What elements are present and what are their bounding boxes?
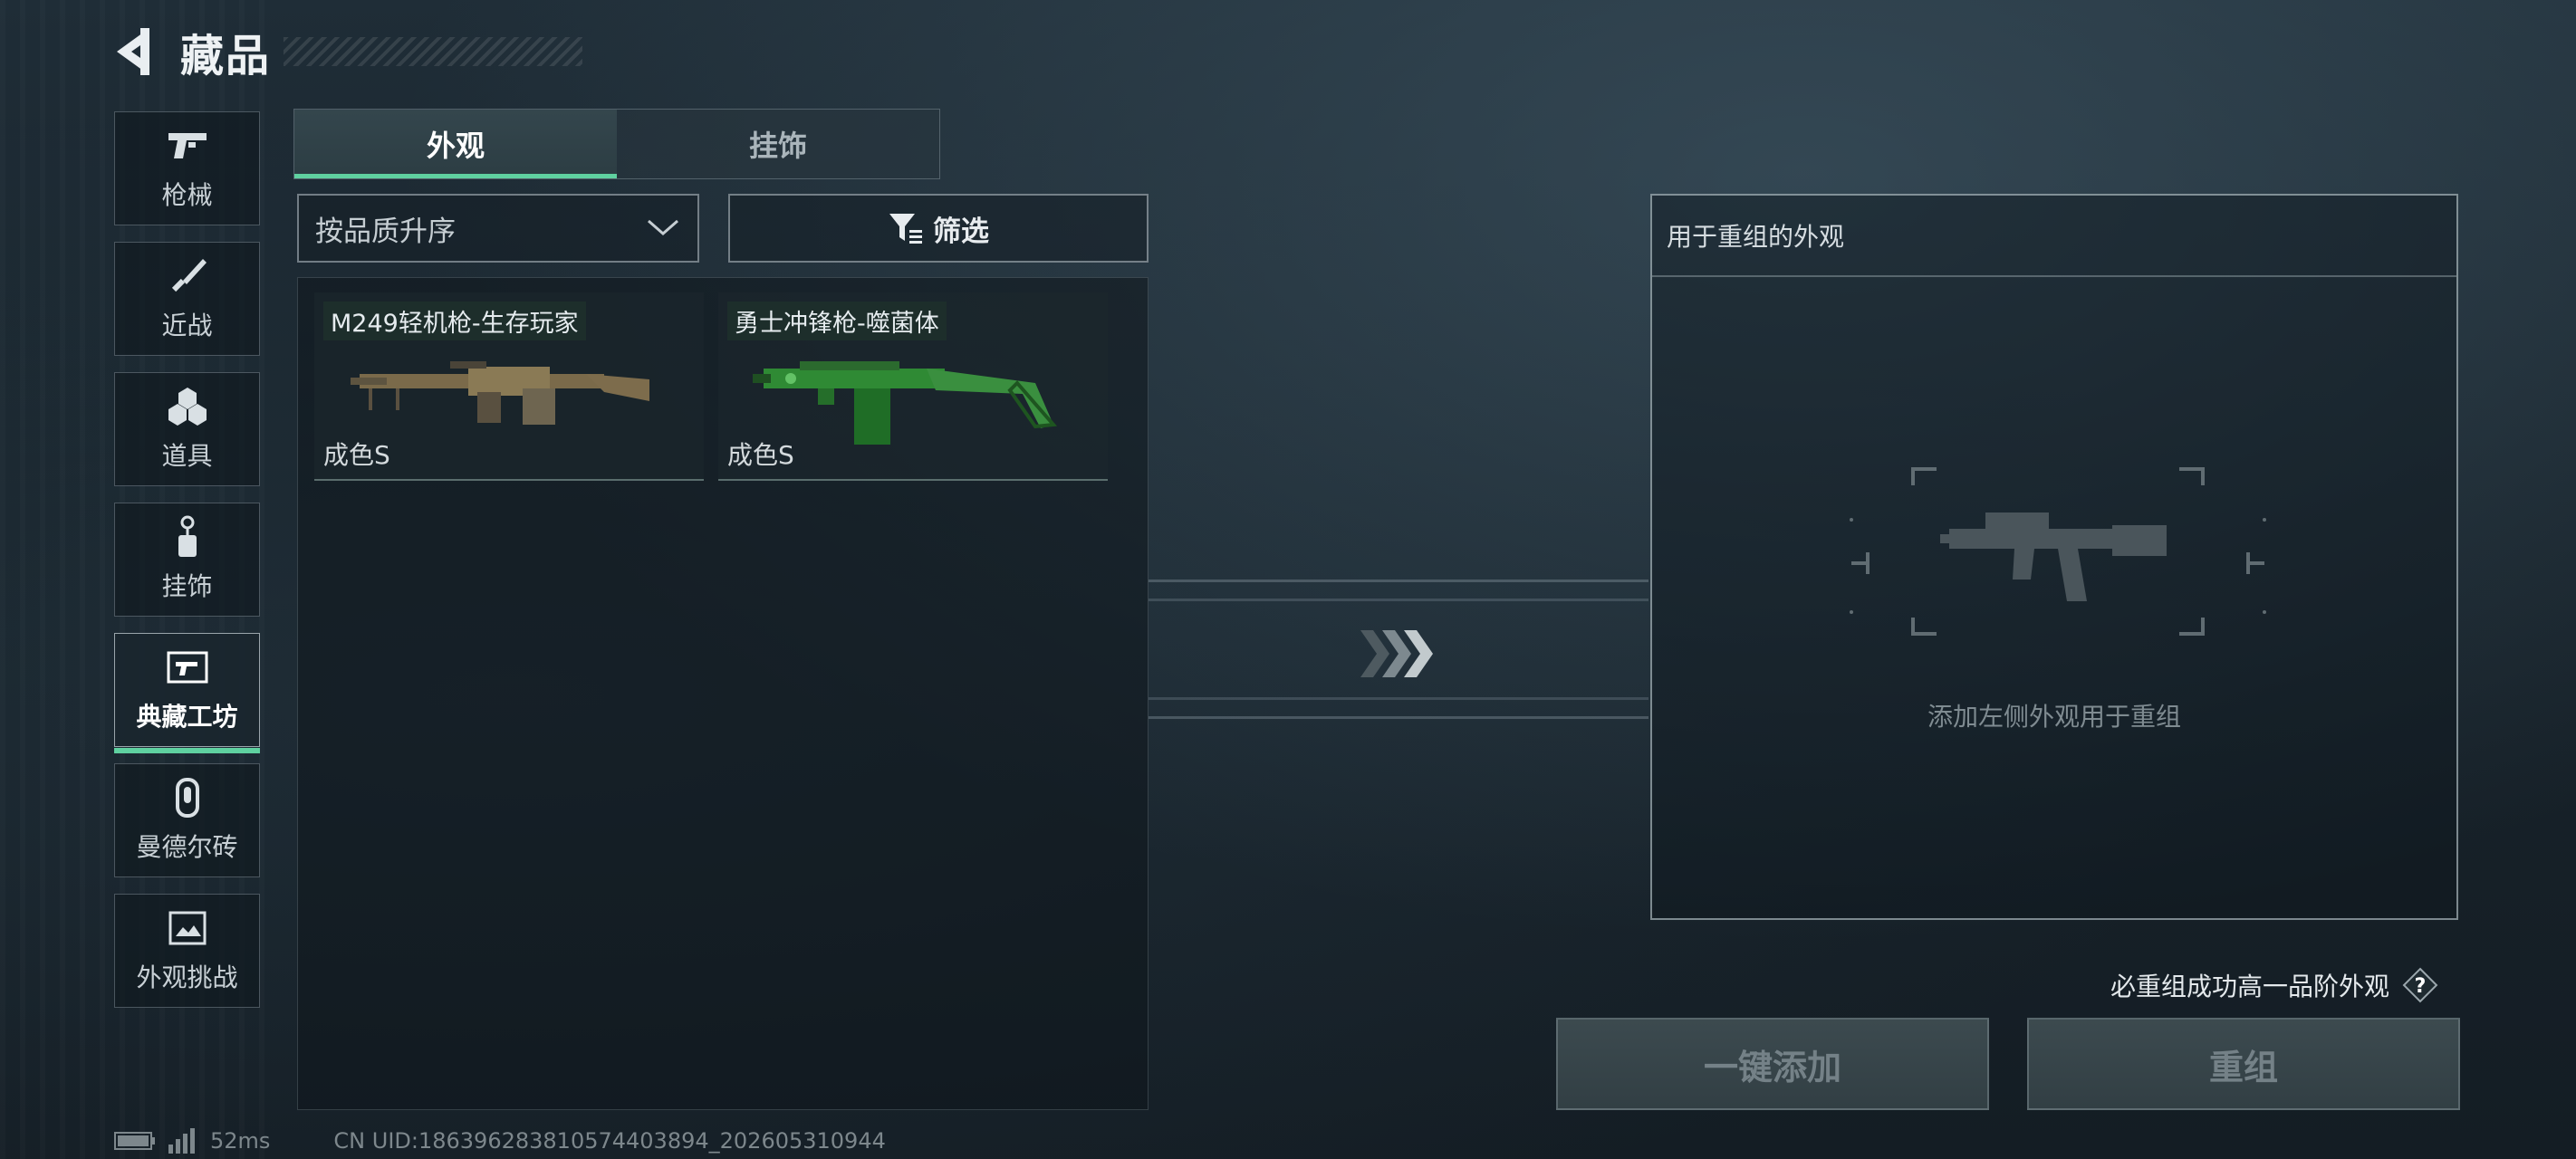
empty-weapon-slot[interactable] xyxy=(1850,465,2266,637)
sidebar-item-label: 典藏工坊 xyxy=(136,702,238,732)
title-decoration xyxy=(284,37,583,66)
sidebar-item-label: 道具 xyxy=(161,441,213,471)
challenge-image-icon xyxy=(164,907,211,949)
signal-icon xyxy=(168,1128,195,1154)
triple-chevron-right-icon xyxy=(1360,630,1433,677)
sort-value: 按品质升序 xyxy=(315,215,456,248)
item-name: 勇士冲锋枪-噬菌体 xyxy=(727,302,947,340)
add-all-label: 一键添加 xyxy=(1703,1047,1841,1087)
recombine-button[interactable]: 重组 xyxy=(2027,1018,2460,1110)
battery-icon xyxy=(114,1132,155,1150)
workshop-frame-icon xyxy=(164,647,211,688)
tab-appearance[interactable]: 外观 xyxy=(294,110,617,178)
vector-smg-skin-image xyxy=(753,361,1058,445)
status-bar: 52ms CN UID:18639628381057440389​4_20260… xyxy=(114,1128,886,1154)
filter-icon xyxy=(889,214,922,244)
guarantee-note: 必重组成功高一品阶外观 ? xyxy=(2110,967,2438,1003)
back-arrow-icon[interactable] xyxy=(113,24,159,79)
sidebar: 枪械 近战 道具 挂饰 典藏工坊 曼德尔砖 外观挑战 xyxy=(114,111,262,1024)
sort-dropdown[interactable]: 按品质升序 xyxy=(297,194,699,263)
sidebar-item-mandel-brick[interactable]: 曼德尔砖 xyxy=(114,763,260,877)
filter-button[interactable]: 筛选 xyxy=(728,194,1149,263)
ping-value: 52ms xyxy=(210,1128,271,1154)
arrow-track-bottom xyxy=(1149,697,1648,719)
sidebar-item-label: 外观挑战 xyxy=(136,963,238,992)
knife-icon xyxy=(164,255,211,297)
user-uid: CN UID:18639628381057440389​4_2026053109… xyxy=(333,1128,886,1154)
guarantee-text: 必重组成功高一品阶外观 xyxy=(2110,972,2390,1001)
sidebar-item-melee[interactable]: 近战 xyxy=(114,242,260,356)
item-name: M249轻机枪-生存玩家 xyxy=(323,302,586,340)
chevron-down-icon xyxy=(648,219,678,235)
sidebar-item-label: 挂饰 xyxy=(161,571,213,601)
m249-skin-image xyxy=(351,361,649,425)
pistol-icon xyxy=(164,125,211,167)
recombine-hint: 添加左侧外观用于重组 xyxy=(1927,702,2181,732)
tab-charms[interactable]: 挂饰 xyxy=(617,110,939,178)
sidebar-item-props[interactable]: 道具 xyxy=(114,372,260,486)
recombine-panel: 用于重组的外观 添加左侧外观用于重组 xyxy=(1650,194,2458,920)
item-grade: 成色S xyxy=(323,440,390,470)
recombine-label: 重组 xyxy=(2208,1047,2278,1087)
category-tabs: 外观 挂饰 xyxy=(293,109,940,179)
sidebar-item-guns[interactable]: 枪械 xyxy=(114,111,260,225)
arrow-track-top xyxy=(1149,580,1648,601)
sidebar-item-workshop[interactable]: 典藏工坊 xyxy=(114,633,260,753)
sidebar-item-label: 枪械 xyxy=(161,180,213,210)
sidebar-item-label: 近战 xyxy=(161,311,213,340)
rifle-silhouette-icon xyxy=(1940,512,2167,601)
sidebar-item-label: 曼德尔砖 xyxy=(136,832,238,862)
mandel-brick-icon xyxy=(164,777,211,819)
item-card[interactable]: M249轻机枪-生存玩家 成色S xyxy=(314,292,704,481)
page-header: 藏品 xyxy=(113,20,583,83)
charm-icon xyxy=(164,515,211,558)
sidebar-item-appearance-challenge[interactable]: 外观挑战 xyxy=(114,894,260,1008)
grenades-icon xyxy=(164,386,211,427)
item-card[interactable]: 勇士冲锋枪-噬菌体 成色S xyxy=(718,292,1108,481)
item-grade: 成色S xyxy=(727,440,794,470)
add-all-button[interactable]: 一键添加 xyxy=(1556,1018,1989,1110)
page-title: 藏品 xyxy=(180,31,272,81)
filter-label: 筛选 xyxy=(933,215,989,248)
sidebar-item-charms[interactable]: 挂饰 xyxy=(114,503,260,617)
svg-text:?: ? xyxy=(2415,975,2427,998)
recombine-panel-header: 用于重组的外观 xyxy=(1652,196,2456,277)
item-list: M249轻机枪-生存玩家 成色S 勇士冲锋枪-噬菌体 成色S xyxy=(297,277,1149,1110)
help-icon[interactable]: ? xyxy=(2402,967,2438,1003)
